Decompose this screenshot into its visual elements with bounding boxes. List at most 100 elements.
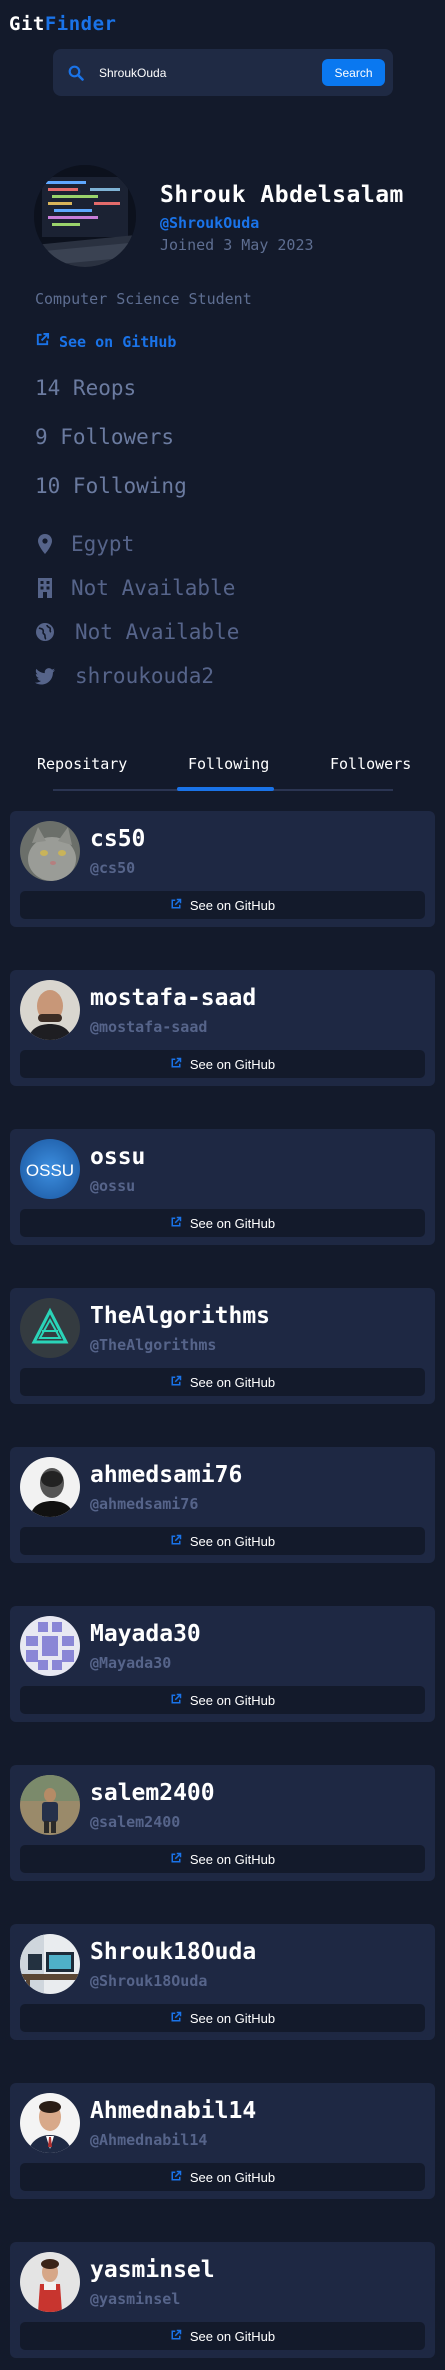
search-icon bbox=[62, 59, 90, 87]
see-on-github-label: See on GitHub bbox=[189, 2328, 276, 2344]
profile-bio: Computer Science Student bbox=[35, 290, 252, 308]
user-card: cs50 @cs50 See on GitHub bbox=[10, 811, 435, 927]
external-link-icon bbox=[170, 2170, 182, 2185]
user-card: OSSU ossu @ossu See on GitHub bbox=[10, 1129, 435, 1245]
user-handle: @salem2400 bbox=[90, 1813, 181, 1831]
see-on-github-label: See on GitHub bbox=[189, 2169, 276, 2185]
user-handle: @mostafa-saad bbox=[90, 1018, 208, 1036]
see-on-github-button[interactable]: See on GitHub bbox=[20, 1368, 425, 1396]
external-link-icon bbox=[170, 1375, 182, 1390]
repos-count[interactable]: 14 Reops bbox=[35, 376, 136, 400]
user-name: Ahmednabil14 bbox=[90, 2098, 257, 2124]
profile-joined-date: Joined 3 May 2023 bbox=[160, 236, 314, 254]
user-name: salem2400 bbox=[90, 1780, 215, 1806]
external-link-icon bbox=[170, 1057, 182, 1072]
external-link-icon bbox=[170, 1693, 182, 1708]
see-on-github-button[interactable]: See on GitHub bbox=[20, 1527, 425, 1555]
see-on-github-label: See on GitHub bbox=[189, 1374, 276, 1390]
user-name: ahmedsami76 bbox=[90, 1462, 243, 1488]
external-link-icon bbox=[170, 1216, 182, 1231]
user-name: Mayada30 bbox=[90, 1621, 201, 1647]
external-link-icon bbox=[170, 2329, 182, 2344]
profile-handle[interactable]: @ShroukOuda bbox=[160, 214, 259, 232]
tab-active-indicator bbox=[177, 787, 274, 791]
user-name: yasminsel bbox=[90, 2257, 215, 2283]
tab-followers[interactable]: Followers bbox=[330, 755, 411, 773]
location-row: Egypt bbox=[35, 532, 134, 556]
user-name: cs50 bbox=[90, 826, 146, 852]
search-button[interactable]: Search bbox=[322, 59, 385, 86]
see-on-github-button[interactable]: See on GitHub bbox=[20, 2163, 425, 2191]
user-avatar bbox=[20, 1616, 80, 1676]
see-on-github-button[interactable]: See on GitHub bbox=[20, 891, 425, 919]
see-on-github-button[interactable]: See on GitHub bbox=[20, 2004, 425, 2032]
user-card: ahmedsami76 @ahmedsami76 See on GitHub bbox=[10, 1447, 435, 1563]
user-card: Ahmednabil14 @Ahmednabil14 See on GitHub bbox=[10, 2083, 435, 2199]
tab-repositary[interactable]: Repositary bbox=[37, 755, 127, 773]
twitter-text[interactable]: shroukouda2 bbox=[75, 664, 214, 688]
user-card: mostafa-saad @mostafa-saad See on GitHub bbox=[10, 970, 435, 1086]
external-link-icon bbox=[35, 332, 50, 351]
user-avatar bbox=[20, 1775, 80, 1835]
user-card: Shrouk18Ouda @Shrouk18Ouda See on GitHub bbox=[10, 1924, 435, 2040]
external-link-icon bbox=[170, 898, 182, 913]
user-avatar bbox=[20, 1298, 80, 1358]
see-on-github-label: See on GitHub bbox=[189, 1533, 276, 1549]
building-icon bbox=[35, 578, 55, 598]
user-avatar bbox=[20, 2252, 80, 2312]
following-count[interactable]: 10 Following bbox=[35, 474, 187, 498]
see-on-github-button[interactable]: See on GitHub bbox=[20, 1845, 425, 1873]
search-bar: Search bbox=[53, 49, 393, 96]
user-handle: @Shrouk18Ouda bbox=[90, 1972, 208, 1990]
user-handle: @ossu bbox=[90, 1177, 136, 1195]
see-on-github-button[interactable]: See on GitHub bbox=[20, 1209, 425, 1237]
ossu-avatar-text: OSSU bbox=[26, 1161, 74, 1180]
profile-github-link-label: See on GitHub bbox=[59, 332, 177, 351]
external-link-icon bbox=[170, 1852, 182, 1867]
user-avatar bbox=[20, 2093, 80, 2153]
followers-count[interactable]: 9 Followers bbox=[35, 425, 174, 449]
website-row: Not Available bbox=[35, 620, 239, 644]
app-logo[interactable]: GitFinder bbox=[9, 13, 116, 35]
globe-icon bbox=[35, 622, 55, 642]
profile-github-link[interactable]: See on GitHub bbox=[35, 332, 176, 351]
profile-avatar bbox=[34, 165, 136, 267]
user-avatar bbox=[20, 980, 80, 1040]
tab-following[interactable]: Following bbox=[188, 755, 269, 773]
logo-part-git: Git bbox=[9, 13, 45, 35]
user-handle: @Mayada30 bbox=[90, 1654, 172, 1672]
user-avatar: OSSU bbox=[20, 1139, 80, 1199]
user-handle: @TheAlgorithms bbox=[90, 1336, 217, 1354]
see-on-github-button[interactable]: See on GitHub bbox=[20, 1686, 425, 1714]
see-on-github-button[interactable]: See on GitHub bbox=[20, 2322, 425, 2350]
see-on-github-button[interactable]: See on GitHub bbox=[20, 1050, 425, 1078]
user-name: TheAlgorithms bbox=[90, 1303, 271, 1329]
company-text: Not Available bbox=[71, 576, 236, 600]
profile-name: Shrouk Abdelsalam bbox=[160, 182, 404, 208]
user-handle: @ahmedsami76 bbox=[90, 1495, 199, 1513]
user-name: Shrouk18Ouda bbox=[90, 1939, 257, 1965]
see-on-github-label: See on GitHub bbox=[189, 897, 276, 913]
user-card: Mayada30 @Mayada30 See on GitHub bbox=[10, 1606, 435, 1722]
user-name: ossu bbox=[90, 1144, 146, 1170]
user-avatar bbox=[20, 1934, 80, 1994]
user-handle: @cs50 bbox=[90, 859, 136, 877]
see-on-github-label: See on GitHub bbox=[189, 1851, 276, 1867]
external-link-icon bbox=[170, 2011, 182, 2026]
see-on-github-label: See on GitHub bbox=[189, 1692, 276, 1708]
user-avatar bbox=[20, 821, 80, 881]
logo-part-finder: Finder bbox=[44, 13, 117, 35]
user-card: TheAlgorithms @TheAlgorithms See on GitH… bbox=[10, 1288, 435, 1404]
external-link-icon bbox=[170, 1534, 182, 1549]
twitter-row: shroukouda2 bbox=[35, 664, 214, 688]
see-on-github-label: See on GitHub bbox=[189, 1215, 276, 1231]
user-handle: @yasminsel bbox=[90, 2290, 181, 2308]
location-pin-icon bbox=[35, 534, 55, 554]
user-handle: @Ahmednabil14 bbox=[90, 2131, 208, 2149]
user-card: yasminsel @yasminsel See on GitHub bbox=[10, 2242, 435, 2358]
company-row: Not Available bbox=[35, 576, 235, 600]
search-input[interactable] bbox=[90, 65, 322, 80]
twitter-icon bbox=[35, 667, 55, 685]
website-text[interactable]: Not Available bbox=[75, 620, 239, 644]
user-avatar bbox=[20, 1457, 80, 1517]
